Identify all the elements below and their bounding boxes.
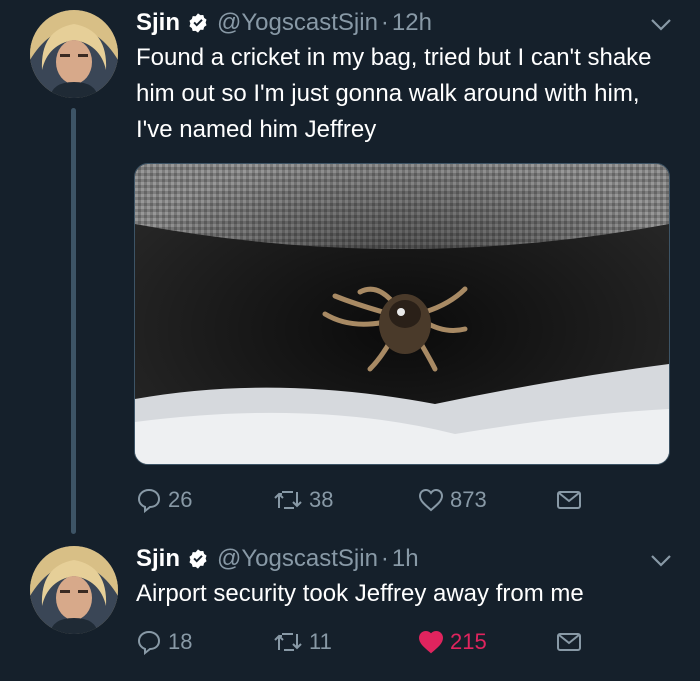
share-button[interactable] — [556, 484, 588, 516]
thread-line — [71, 108, 76, 534]
reply-icon — [137, 630, 161, 655]
avatar-image — [30, 10, 118, 98]
timestamp[interactable]: 12h — [392, 9, 432, 37]
like-button[interactable]: 215 — [418, 626, 487, 658]
retweet-icon — [274, 633, 302, 651]
tweet-1[interactable]: Sjin @YogscastSjin · 12h Found a cricket… — [0, 0, 700, 534]
tweet-header: Sjin @YogscastSjin · 12h — [136, 6, 432, 40]
heart-icon — [418, 488, 444, 512]
display-name[interactable]: Sjin — [136, 9, 180, 37]
share-button[interactable] — [556, 626, 588, 658]
tweet-header: Sjin @YogscastSjin · 1h — [136, 542, 419, 576]
display-name[interactable]: Sjin — [136, 545, 180, 573]
verified-badge-icon — [187, 12, 209, 34]
tweet-text: Found a cricket in my bag, tried but I c… — [136, 44, 652, 143]
handle[interactable]: @YogscastSjin — [217, 9, 378, 37]
cricket-photo-image — [135, 164, 669, 464]
separator-dot: · — [380, 9, 389, 36]
reply-button[interactable]: 18 — [136, 626, 192, 658]
tweet-actions: 18 11 215 — [136, 626, 596, 658]
avatar[interactable] — [30, 10, 118, 98]
tweet-2[interactable]: Sjin @YogscastSjin · 1h Airport security… — [0, 530, 700, 681]
reply-count: 26 — [168, 487, 193, 512]
retweet-button[interactable]: 11 — [273, 626, 332, 658]
avatar[interactable] — [30, 546, 118, 634]
retweet-button[interactable]: 38 — [273, 484, 333, 516]
tweet-photo[interactable] — [134, 163, 670, 465]
reply-button[interactable]: 26 — [136, 484, 192, 516]
tweet-text: Airport security took Jeffrey away from … — [136, 580, 584, 607]
chevron-down-icon[interactable] — [650, 18, 672, 32]
handle[interactable]: @YogscastSjin — [217, 545, 378, 573]
like-button[interactable]: 873 — [418, 484, 487, 516]
like-count: 215 — [450, 629, 487, 654]
avatar-image — [30, 546, 118, 634]
like-count: 873 — [450, 487, 487, 512]
retweet-count: 38 — [309, 487, 334, 512]
reply-icon — [137, 488, 161, 513]
share-mail-icon — [557, 491, 581, 509]
reply-count: 18 — [168, 629, 193, 654]
chevron-down-icon[interactable] — [650, 554, 672, 568]
share-mail-icon — [557, 633, 581, 651]
tweet-actions: 26 38 873 — [136, 484, 596, 516]
separator-dot: · — [380, 545, 389, 572]
timestamp[interactable]: 1h — [392, 545, 419, 573]
heart-icon — [418, 630, 444, 654]
verified-badge-icon — [187, 548, 209, 570]
retweet-icon — [274, 491, 302, 509]
retweet-count: 11 — [309, 629, 332, 654]
